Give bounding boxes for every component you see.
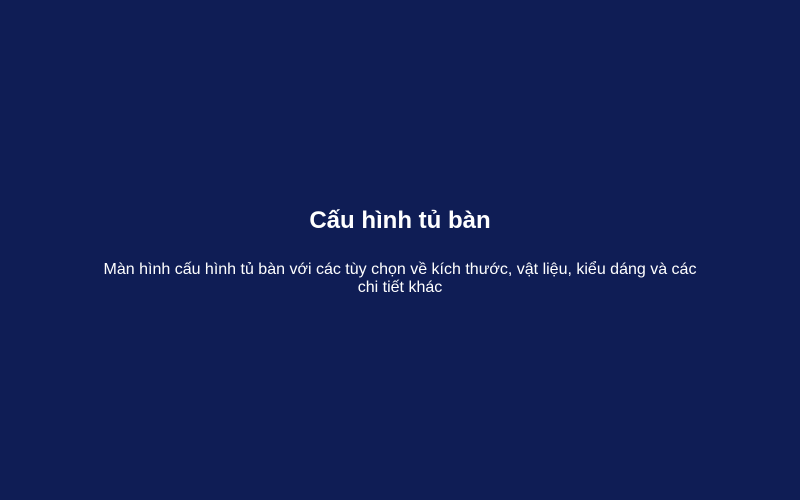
page-title: Cấu hình tủ bàn [309, 207, 491, 234]
page-description: Màn hình cấu hình tủ bàn với các tùy chọ… [103, 261, 697, 296]
cabinet-config-placeholder-screen: Cấu hình tủ bàn Màn hình cấu hình tủ bàn… [0, 0, 800, 500]
